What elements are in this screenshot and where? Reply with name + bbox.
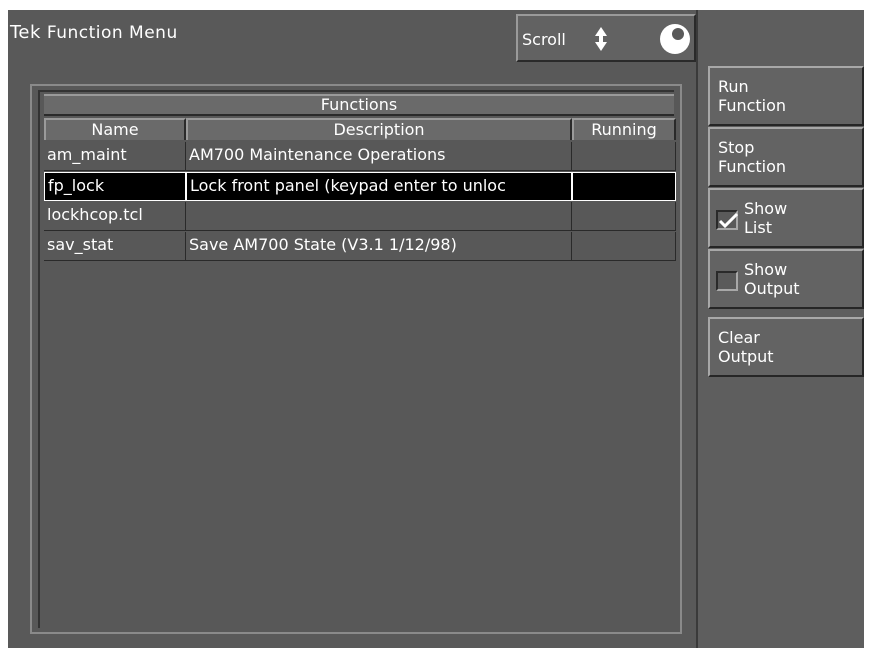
title-bar: Tek Function Menu Scroll bbox=[8, 10, 696, 66]
knob-icon[interactable] bbox=[658, 22, 692, 56]
instrument-screen: Tek Function Menu Scroll Functions Name … bbox=[8, 10, 864, 648]
column-header-name[interactable]: Name bbox=[44, 118, 186, 140]
cell-running bbox=[572, 172, 676, 201]
cell-name: fp_lock bbox=[44, 172, 186, 201]
table-row[interactable]: am_maint AM700 Maintenance Operations bbox=[44, 142, 676, 171]
column-header-description[interactable]: Description bbox=[186, 118, 572, 140]
up-down-arrows-icon bbox=[594, 26, 608, 52]
show-output-toggle[interactable]: Show Output bbox=[708, 249, 864, 309]
clear-output-label: Clear Output bbox=[718, 328, 774, 366]
cell-description: Save AM700 State (V3.1 1/12/98) bbox=[186, 232, 572, 261]
checkmark-icon bbox=[718, 212, 738, 229]
scroll-control[interactable]: Scroll bbox=[516, 14, 696, 62]
app-title: Tek Function Menu bbox=[10, 22, 178, 43]
stop-function-label: Stop Function bbox=[718, 138, 787, 176]
cell-description: Lock front panel (keypad enter to unloc bbox=[186, 172, 572, 201]
run-function-label: Run Function bbox=[718, 77, 787, 115]
cell-description bbox=[186, 202, 572, 231]
show-list-toggle[interactable]: Show List bbox=[708, 188, 864, 248]
cell-name: lockhcop.tcl bbox=[44, 202, 186, 231]
window-title: Function Menu bbox=[46, 23, 178, 43]
cell-description: AM700 Maintenance Operations bbox=[186, 142, 572, 171]
column-header-running[interactable]: Running bbox=[572, 118, 676, 140]
table-row[interactable]: lockhcop.tcl bbox=[44, 202, 676, 231]
show-output-label: Show Output bbox=[744, 260, 800, 298]
cell-name: am_maint bbox=[44, 142, 186, 171]
functions-panel: Functions Name Description Running am_ma… bbox=[30, 84, 682, 634]
cell-running bbox=[572, 202, 676, 231]
show-list-checkbox[interactable] bbox=[716, 210, 738, 230]
softkey-panel: Run Function Stop Function Show List Sho… bbox=[696, 10, 864, 648]
show-list-label: Show List bbox=[744, 199, 788, 237]
cell-name: sav_stat bbox=[44, 232, 186, 261]
stop-function-button[interactable]: Stop Function bbox=[708, 127, 864, 187]
show-output-checkbox[interactable] bbox=[716, 271, 738, 291]
run-function-button[interactable]: Run Function bbox=[708, 66, 864, 126]
scroll-label: Scroll bbox=[522, 30, 566, 49]
table-row-selected[interactable]: fp_lock Lock front panel (keypad enter t… bbox=[44, 172, 676, 201]
cell-running bbox=[572, 232, 676, 261]
functions-table: Functions Name Description Running am_ma… bbox=[38, 90, 676, 628]
table-row[interactable]: sav_stat Save AM700 State (V3.1 1/12/98) bbox=[44, 232, 676, 261]
cell-running bbox=[572, 142, 676, 171]
clear-output-button[interactable]: Clear Output bbox=[708, 317, 864, 377]
table-caption: Functions bbox=[44, 94, 674, 116]
brand-label: Tek bbox=[10, 22, 41, 43]
